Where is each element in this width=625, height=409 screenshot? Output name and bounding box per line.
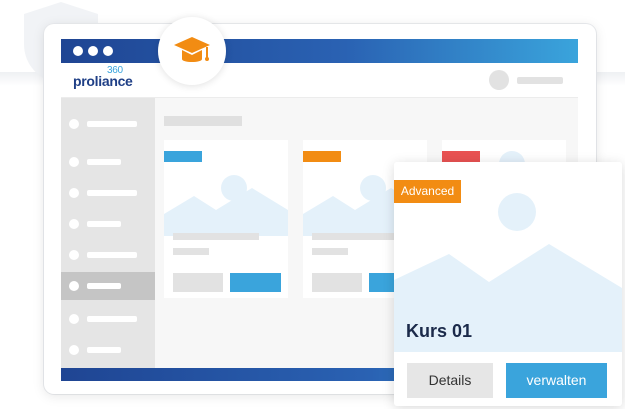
- text-line-placeholder: [312, 233, 398, 240]
- sidebar-item[interactable]: [61, 148, 155, 176]
- graduation-cap-badge: [158, 17, 226, 85]
- details-button-placeholder[interactable]: [173, 273, 223, 292]
- user-name-placeholder: [517, 77, 563, 84]
- manage-button-placeholder[interactable]: [230, 273, 281, 292]
- sidebar-item-label-placeholder: [87, 316, 137, 322]
- image-placeholder-icon: [164, 175, 288, 236]
- text-line-placeholder: [173, 248, 209, 255]
- sidebar-item-label-placeholder: [87, 121, 137, 127]
- sidebar-item-label-placeholder: [87, 159, 121, 165]
- window-control-dot[interactable]: [73, 46, 83, 56]
- sidebar-item-label-placeholder: [87, 347, 121, 353]
- proliance-logo: proliance 360: [73, 65, 133, 89]
- text-line-placeholder: [173, 233, 259, 240]
- sidebar-item[interactable]: [61, 179, 155, 207]
- bullet-icon: [69, 157, 79, 167]
- sidebar-item[interactable]: [61, 241, 155, 269]
- bullet-icon: [69, 314, 79, 324]
- manage-button[interactable]: verwalten: [506, 363, 607, 398]
- course-card[interactable]: Advanced Kurs 01 Details verwalten: [394, 162, 622, 406]
- badge-placeholder: [303, 151, 341, 162]
- sidebar-item-active[interactable]: [61, 272, 155, 300]
- window-control-dot[interactable]: [88, 46, 98, 56]
- sidebar-item[interactable]: [61, 110, 155, 138]
- sidebar-item[interactable]: [61, 210, 155, 238]
- details-button-placeholder[interactable]: [312, 273, 362, 292]
- text-line-placeholder: [312, 248, 348, 255]
- sidebar-item-label-placeholder: [87, 252, 137, 258]
- details-button[interactable]: Details: [407, 363, 493, 398]
- sidebar-item-label-placeholder: [87, 221, 121, 227]
- bullet-icon: [69, 281, 79, 291]
- bullet-icon: [69, 219, 79, 229]
- level-badge: Advanced: [394, 180, 461, 203]
- page-title-placeholder: [164, 116, 242, 126]
- bullet-icon: [69, 119, 79, 129]
- avatar[interactable]: [489, 70, 509, 90]
- sidebar: [61, 98, 155, 368]
- course-title: Kurs 01: [406, 321, 473, 341]
- app-header: proliance 360: [61, 63, 578, 98]
- course-card-placeholder[interactable]: [164, 140, 288, 298]
- window-control-dot[interactable]: [103, 46, 113, 56]
- sidebar-item-label-placeholder: [87, 283, 121, 289]
- sidebar-item-label-placeholder: [87, 190, 137, 196]
- sidebar-item[interactable]: [61, 336, 155, 364]
- badge-placeholder: [164, 151, 202, 162]
- bullet-icon: [69, 345, 79, 355]
- graduation-cap-icon: [174, 37, 210, 62]
- logo-superscript: 360: [107, 65, 123, 76]
- sidebar-item[interactable]: [61, 305, 155, 333]
- bullet-icon: [69, 250, 79, 260]
- logo-text: proliance: [73, 73, 133, 89]
- bullet-icon: [69, 188, 79, 198]
- window-titlebar: [61, 39, 578, 63]
